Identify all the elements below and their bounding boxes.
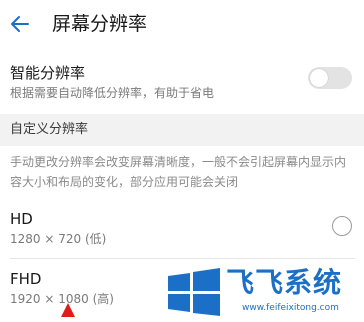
- arrow-left-icon[interactable]: [8, 12, 32, 36]
- option-hd-radio[interactable]: [332, 216, 352, 236]
- option-hd[interactable]: HD 1280 × 720 (低): [0, 202, 364, 258]
- top-bar: 屏幕分辨率: [0, 0, 364, 50]
- section-title: 自定义分辨率: [10, 122, 89, 137]
- watermark-url: www.feifeixitong.com: [242, 303, 339, 313]
- smart-resolution-subtitle: 根据需要自动降低分辨率，有助于省电: [10, 86, 215, 100]
- watermark: 飞飞系统 www.feifeixitong.com: [166, 264, 364, 318]
- page-title: 屏幕分辨率: [52, 13, 148, 35]
- windows-logo-icon: [166, 268, 222, 316]
- smart-resolution-toggle[interactable]: [308, 67, 352, 89]
- option-hd-detail: 1280 × 720 (低): [10, 232, 107, 246]
- option-fhd-title: FHD: [10, 270, 42, 288]
- section-description: 手动更改分辨率会改变屏幕清晰度，一般不会引起屏幕内显示内容大小和布局的变化，部分…: [10, 155, 347, 189]
- option-hd-title: HD: [10, 210, 33, 228]
- smart-resolution-title: 智能分辨率: [10, 64, 86, 82]
- watermark-text: 飞飞系统: [226, 266, 343, 299]
- annotation-arrow-icon: [60, 302, 76, 318]
- toggle-knob: [310, 69, 328, 87]
- section-header: 自定义分辨率: [0, 114, 364, 146]
- divider: [10, 258, 355, 259]
